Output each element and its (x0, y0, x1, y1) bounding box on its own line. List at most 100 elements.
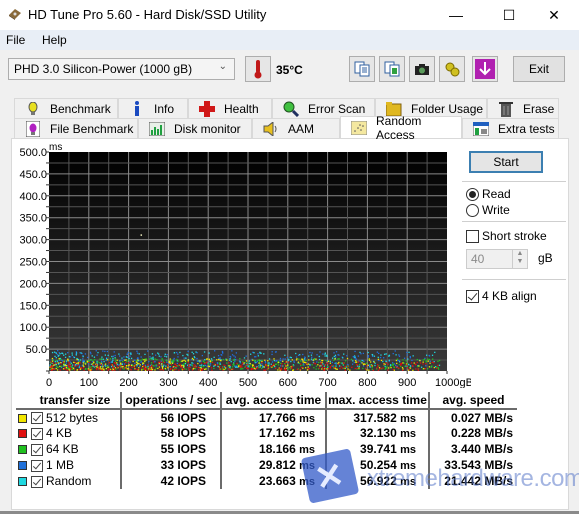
data-point-random (93, 356, 96, 358)
copy-text-button[interactable] (349, 56, 375, 82)
outlier-point (140, 234, 143, 236)
minimize-button[interactable]: — (433, 0, 479, 30)
data-point-4-kb (211, 369, 213, 371)
data-point-random (263, 353, 265, 355)
data-point-random (102, 358, 104, 360)
series-color-swatch (18, 461, 27, 471)
menu-file[interactable]: File (6, 33, 25, 47)
data-point-1-mb (89, 351, 92, 353)
data-point-1-mb (209, 363, 212, 365)
data-point-1-mb (279, 357, 282, 360)
data-point-1-mb (352, 363, 354, 365)
spinner-arrows[interactable]: ▲ ▼ (512, 250, 527, 268)
tab-label: Disk monitor (174, 121, 241, 136)
data-point-64-kb (226, 362, 228, 364)
data-point-1-mb (233, 355, 235, 357)
data-point-4-kb (129, 365, 131, 367)
data-point-1-mb (176, 351, 178, 354)
spin-up-icon[interactable]: ▲ (517, 250, 524, 257)
data-point-4-kb (241, 363, 244, 366)
temperature-button[interactable] (245, 56, 271, 82)
data-point-4-kb (92, 364, 94, 366)
data-point-512-bytes (264, 359, 266, 361)
tab-random-access[interactable]: Random Access (340, 114, 462, 142)
save-button[interactable] (472, 56, 498, 82)
data-point-4-kb (287, 361, 290, 363)
data-point-1-mb (187, 350, 189, 352)
data-point-4-kb (239, 366, 242, 368)
tab-extra-tests[interactable]: Extra tests (462, 118, 559, 138)
data-point-512-bytes (219, 359, 221, 361)
series-checkbox[interactable] (31, 412, 43, 425)
data-point-1-mb (196, 357, 198, 360)
screenshot-button[interactable] (409, 56, 435, 82)
data-point-4-kb (387, 369, 389, 371)
options-button[interactable] (439, 56, 465, 82)
close-button[interactable]: ✕ (531, 0, 577, 30)
read-radio[interactable]: Read (466, 187, 511, 201)
data-point-1-mb (219, 357, 221, 359)
data-point-1-mb (102, 350, 104, 352)
spin-down-icon[interactable]: ▼ (517, 258, 524, 265)
short-stroke-checkbox[interactable]: Short stroke (466, 229, 547, 243)
data-point-random (335, 362, 337, 364)
tab-erase[interactable]: Erase (487, 98, 559, 118)
data-point-4-kb (99, 368, 101, 370)
data-point-4-kb (408, 369, 411, 371)
tab-file-benchmark[interactable]: File Benchmark (14, 118, 138, 138)
data-point-512-bytes (368, 359, 371, 362)
tab-disk-monitor[interactable]: Disk monitor (138, 118, 252, 138)
data-point-1-mb (234, 358, 237, 361)
start-button[interactable]: Start (469, 151, 543, 173)
tab-benchmark[interactable]: Benchmark (14, 98, 118, 118)
series-checkbox[interactable] (31, 475, 43, 488)
data-point-64-kb (222, 358, 224, 361)
data-point-512-bytes (223, 368, 225, 371)
write-radio[interactable]: Write (466, 203, 510, 217)
data-point-1-mb (148, 360, 150, 363)
tab-error-scan[interactable]: Error Scan (272, 98, 375, 118)
tab-label: Health (224, 101, 259, 116)
data-point-random (63, 354, 65, 356)
data-point-512-bytes (73, 361, 75, 364)
exit-button[interactable]: Exit (513, 56, 565, 82)
x-tick-label: 200 (119, 377, 137, 388)
align-4kb-checkbox[interactable]: 4 KB align (466, 289, 537, 303)
copy-screenshot-button[interactable] (379, 56, 405, 82)
series-checkbox[interactable] (31, 427, 43, 440)
info-icon (129, 100, 145, 117)
maximize-button[interactable]: ☐ (486, 0, 532, 30)
data-point-64-kb (333, 359, 335, 362)
data-point-1-mb (335, 351, 338, 353)
data-point-512-bytes (292, 369, 294, 371)
data-point-512-bytes (413, 362, 415, 364)
data-point-512-bytes (77, 363, 79, 365)
data-point-4-kb (323, 369, 326, 371)
data-point-4-kb (223, 364, 225, 366)
data-point-64-kb (261, 359, 263, 362)
unit-ms: ms (299, 476, 315, 488)
data-point-random (59, 353, 61, 355)
data-point-1-mb (252, 351, 254, 353)
menu-help[interactable]: Help (42, 33, 67, 47)
data-point-4-kb (68, 362, 71, 365)
data-point-4-kb (279, 368, 281, 370)
data-point-random (273, 359, 276, 362)
drive-select[interactable]: PHD 3.0 Silicon-Power (1000 gB) ⌄ (8, 58, 235, 80)
data-point-4-kb (285, 361, 287, 363)
data-point-4-kb (419, 362, 422, 364)
series-checkbox[interactable] (31, 459, 43, 472)
data-point-4-kb (102, 364, 105, 366)
header-avg-speed: avg. speed (428, 392, 517, 410)
short-stroke-size-input[interactable]: 40 ▲ ▼ (466, 249, 528, 269)
data-point-4-kb (370, 365, 373, 367)
data-point-4-kb (178, 363, 181, 366)
data-point-random (79, 359, 82, 361)
tab-info[interactable]: Info (118, 98, 188, 118)
avg-access-time: 18.166 (259, 442, 296, 456)
data-point-1-mb (376, 351, 379, 353)
tab-aam[interactable]: AAM (252, 118, 340, 138)
data-point-512-bytes (277, 361, 280, 364)
series-checkbox[interactable] (31, 443, 43, 456)
tab-health[interactable]: Health (188, 98, 272, 118)
